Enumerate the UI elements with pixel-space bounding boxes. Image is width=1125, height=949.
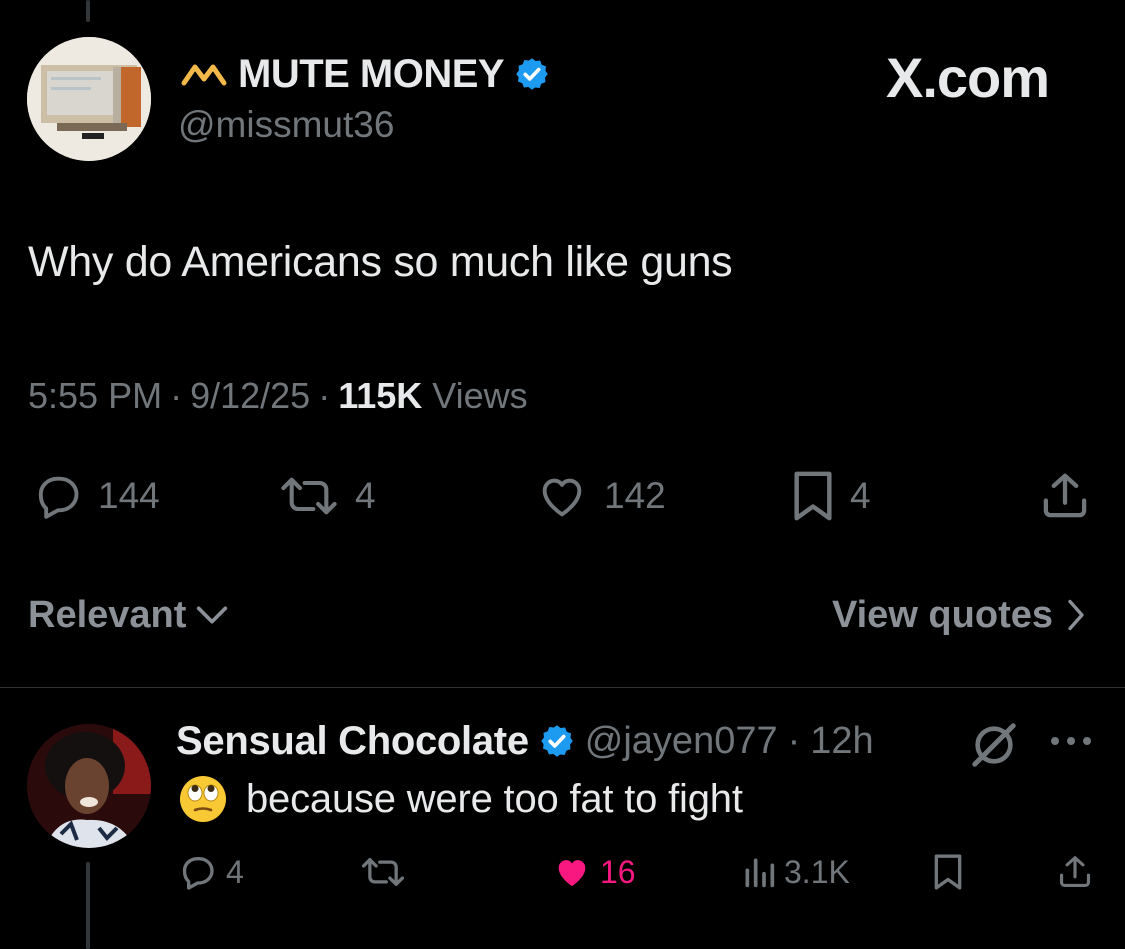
more-icon[interactable] bbox=[1048, 734, 1094, 748]
reply-views-count: 3.1K bbox=[784, 853, 850, 890]
author-name-row[interactable]: MUTE MONEY bbox=[180, 52, 550, 96]
reply-author-row[interactable]: Sensual Chocolate @jayen077 · 12h bbox=[176, 718, 874, 764]
bookmark-count: 4 bbox=[850, 475, 871, 516]
share-icon bbox=[1043, 473, 1087, 518]
author-name[interactable]: MUTE MONEY bbox=[238, 52, 505, 97]
thread-line-bottom bbox=[86, 862, 90, 949]
reply-author-handle[interactable]: @jayen077 bbox=[585, 720, 778, 763]
reply-icon bbox=[38, 476, 79, 519]
x-com-label: X.com bbox=[886, 46, 1050, 109]
meta-separator: · bbox=[787, 719, 801, 762]
like-filled-icon bbox=[558, 860, 586, 887]
verified-badge-icon bbox=[516, 58, 548, 90]
bookmark-button[interactable]: 4 bbox=[788, 470, 871, 522]
repost-icon bbox=[281, 477, 337, 515]
verified-badge-icon bbox=[541, 725, 573, 757]
tweet-date[interactable]: 9/12/25 bbox=[190, 375, 310, 416]
like-count: 142 bbox=[604, 475, 666, 516]
bookmark-icon bbox=[934, 854, 962, 890]
brand-m-icon bbox=[181, 64, 227, 86]
rolling-eyes-emoji-icon bbox=[180, 776, 226, 822]
reply-views-button[interactable]: 3.1K bbox=[742, 852, 850, 892]
reply-like-button[interactable]: 16 bbox=[552, 852, 636, 892]
reply-repost-button[interactable] bbox=[360, 852, 406, 892]
meta-separator: · bbox=[318, 375, 331, 416]
reply-share-button[interactable] bbox=[1056, 852, 1094, 892]
reply-body: because were too fat to fight bbox=[178, 772, 743, 826]
views-count: 115K bbox=[338, 375, 423, 416]
avatar-image bbox=[27, 37, 151, 161]
repost-button[interactable]: 4 bbox=[275, 470, 376, 522]
author-avatar[interactable] bbox=[27, 37, 151, 161]
tweet-text: Why do Americans so much like guns bbox=[28, 238, 733, 286]
reply-author-avatar[interactable] bbox=[27, 724, 151, 848]
reply-icon bbox=[182, 857, 214, 890]
thread-line-top bbox=[86, 0, 90, 22]
divider bbox=[0, 687, 1125, 688]
reply-count: 144 bbox=[98, 475, 160, 516]
chevron-right-icon bbox=[1068, 599, 1084, 631]
like-icon bbox=[542, 478, 582, 517]
views-icon bbox=[745, 858, 775, 888]
repost-count: 4 bbox=[355, 475, 376, 516]
view-quotes-link[interactable]: View quotes bbox=[832, 590, 1087, 640]
meta-separator: · bbox=[170, 375, 183, 416]
chevron-down-icon bbox=[197, 606, 228, 624]
reply-reply-button[interactable]: 4 bbox=[176, 852, 244, 892]
sort-label: Relevant bbox=[28, 593, 187, 636]
reply-button[interactable]: 144 bbox=[28, 470, 160, 522]
reply-bookmark-button[interactable] bbox=[930, 852, 966, 892]
reply-author-name[interactable]: Sensual Chocolate bbox=[176, 719, 529, 764]
views-label: Views bbox=[432, 375, 528, 416]
bookmark-icon bbox=[794, 471, 832, 521]
sort-dropdown[interactable]: Relevant bbox=[28, 590, 232, 640]
grok-icon[interactable] bbox=[968, 720, 1020, 770]
avatar-image bbox=[27, 724, 151, 848]
like-button[interactable]: 142 bbox=[532, 470, 666, 522]
reply-reply-count: 4 bbox=[226, 853, 244, 890]
reply-like-count: 16 bbox=[600, 853, 636, 890]
view-quotes-label: View quotes bbox=[831, 593, 1053, 636]
tweet-meta: 5:55 PM · 9/12/25 · 115K Views bbox=[28, 375, 528, 417]
author-handle[interactable]: @missmut36 bbox=[178, 104, 394, 146]
repost-icon bbox=[361, 858, 405, 886]
share-icon bbox=[1059, 856, 1091, 888]
reply-text: because were too fat to fight bbox=[246, 776, 743, 821]
tweet-time[interactable]: 5:55 PM bbox=[28, 375, 162, 416]
reply-time[interactable]: 12h bbox=[810, 720, 873, 763]
share-button[interactable] bbox=[1038, 470, 1092, 522]
